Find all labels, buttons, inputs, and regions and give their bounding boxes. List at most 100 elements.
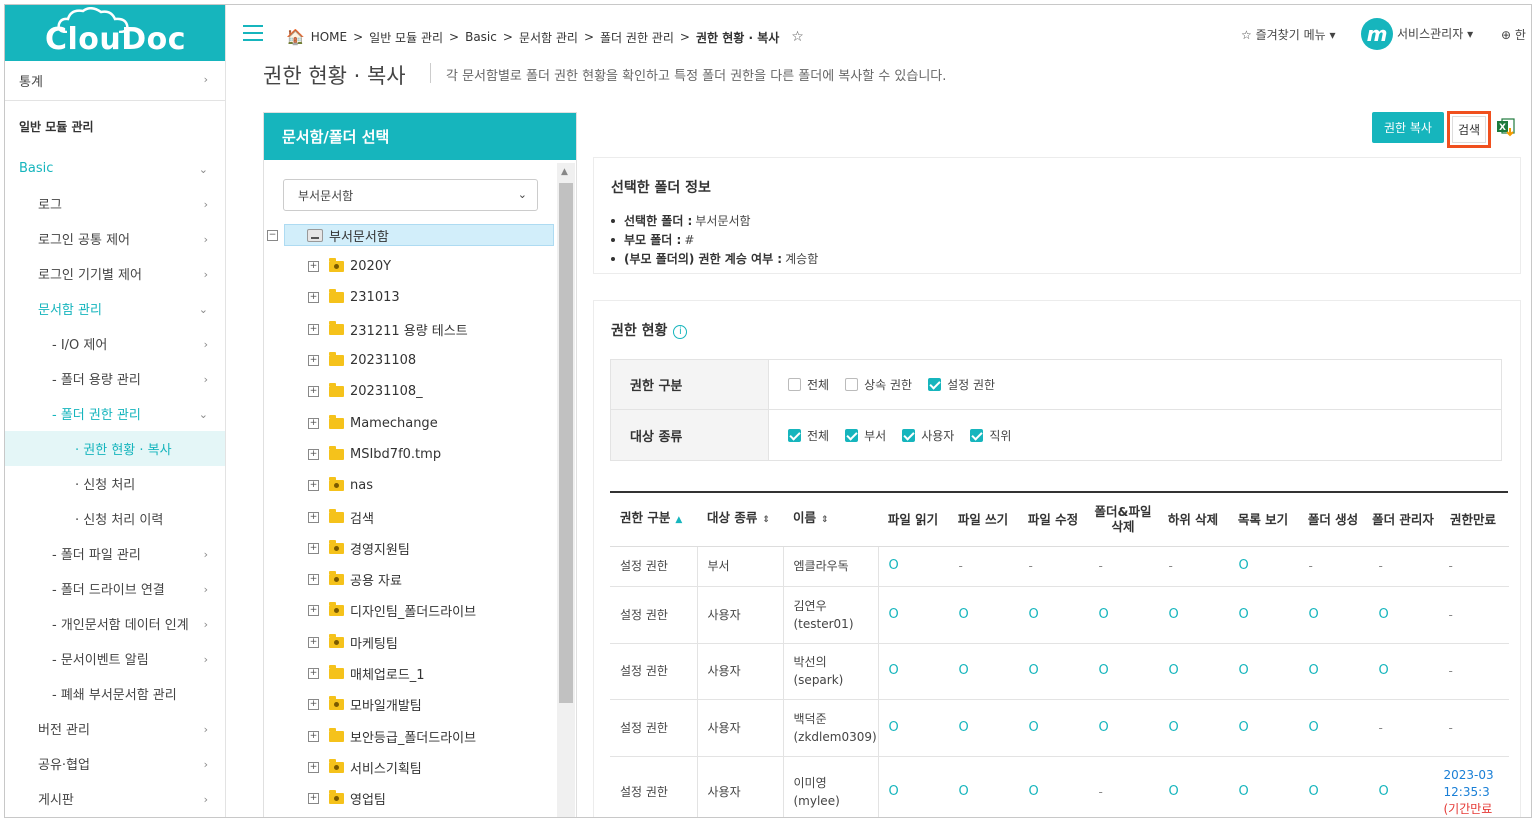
- checkbox-unchecked[interactable]: [845, 378, 859, 391]
- tree-node[interactable]: +2020Y: [284, 251, 554, 282]
- sidebar-item[interactable]: - 문서이벤트 알림 ›: [5, 641, 225, 676]
- tree-node[interactable]: + MSIbd7f0.tmp: [284, 439, 554, 470]
- sidebar-item[interactable]: 로그인 기기별 제어 ›: [5, 256, 225, 291]
- sort-asc-icon[interactable]: ▲: [675, 515, 682, 525]
- sidebar-item[interactable]: - 폴더 드라이브 연결 ›: [5, 571, 225, 606]
- expand-icon[interactable]: +: [308, 480, 319, 492]
- table-row[interactable]: 설정 권한 사용자 김연우 (tester01) O O O O O O O O -: [610, 586, 1508, 644]
- column-header[interactable]: 대상 종류 ⇕: [697, 491, 783, 547]
- language-menu[interactable]: ⊕ 한: [1501, 26, 1526, 43]
- checkbox-checked[interactable]: [845, 428, 859, 442]
- tree-node[interactable]: +20231108_: [284, 376, 554, 407]
- column-header[interactable]: 이름 ⇕: [783, 491, 878, 547]
- filter-checkbox[interactable]: 설정 권한: [928, 376, 995, 393]
- tree-node[interactable]: + 경영지원팀: [284, 533, 554, 564]
- expand-icon[interactable]: +: [308, 793, 319, 805]
- expand-icon[interactable]: +: [308, 448, 319, 460]
- tree-node[interactable]: + 디자인팀_폴더드라이브: [284, 595, 554, 626]
- home-icon[interactable]: 🏠: [286, 28, 305, 46]
- breadcrumb-item[interactable]: 폴더 권한 관리: [600, 29, 674, 46]
- expand-icon[interactable]: +: [308, 386, 319, 398]
- expand-icon[interactable]: +: [308, 323, 319, 335]
- table-row[interactable]: 설정 권한 부서 엠클라우독 O - - - - O - - -: [610, 546, 1508, 587]
- sort-icon[interactable]: ⇕: [821, 515, 829, 525]
- tree-node[interactable]: + Mamechange: [284, 407, 554, 438]
- sidebar-item[interactable]: - 폴더 파일 관리 ›: [5, 536, 225, 571]
- avatar[interactable]: m: [1361, 18, 1393, 50]
- sidebar-item[interactable]: 공유·협업 ›: [5, 746, 225, 781]
- checkbox-checked[interactable]: [970, 428, 984, 442]
- expand-icon[interactable]: +: [308, 542, 319, 554]
- tree-node[interactable]: + 검색: [284, 501, 554, 532]
- sidebar-item[interactable]: 문서함 관리 ⌄: [5, 291, 225, 326]
- tree-node[interactable]: + 매체업로드_1: [284, 658, 554, 689]
- breadcrumb-item[interactable]: 문서함 관리: [519, 29, 578, 46]
- copy-permission-button[interactable]: 권한 복사: [1372, 112, 1444, 143]
- expand-icon[interactable]: +: [308, 292, 319, 304]
- expand-icon[interactable]: +: [308, 699, 319, 711]
- filter-checkbox[interactable]: 사용자: [902, 427, 954, 444]
- tree-node[interactable]: +231013: [284, 282, 554, 313]
- expand-icon[interactable]: +: [308, 261, 319, 273]
- expand-icon[interactable]: +: [308, 605, 319, 617]
- breadcrumb-item[interactable]: Basic: [465, 30, 497, 44]
- excel-download-icon[interactable]: X: [1496, 117, 1516, 137]
- expand-icon[interactable]: +: [308, 355, 319, 367]
- column-header[interactable]: 권한 구분 ▲: [610, 491, 697, 547]
- tree-node[interactable]: +20231108: [284, 345, 554, 376]
- sidebar-item[interactable]: - I/O 제어 ›: [5, 326, 225, 361]
- expand-icon[interactable]: +: [308, 761, 319, 773]
- sidebar-item[interactable]: 통계 ›: [5, 61, 225, 101]
- filter-checkbox[interactable]: 상속 권한: [845, 376, 912, 393]
- expand-icon[interactable]: +: [308, 574, 319, 586]
- info-icon[interactable]: i: [673, 325, 688, 339]
- filter-checkbox[interactable]: 전체: [788, 427, 829, 444]
- expand-icon[interactable]: +: [308, 668, 319, 679]
- scroll-up-icon[interactable]: ▲: [561, 167, 568, 177]
- sidebar-item[interactable]: 게시판 ›: [5, 781, 225, 816]
- sidebar-item[interactable]: - 폐쇄 부서문서함 관리: [5, 676, 225, 711]
- checkbox-checked[interactable]: [788, 428, 801, 442]
- breadcrumb-item[interactable]: 일반 모듈 관리: [369, 29, 443, 46]
- sidebar-item[interactable]: Basic ⌄: [5, 151, 225, 186]
- sidebar-item[interactable]: 버전 관리 ›: [5, 711, 225, 746]
- sidebar-item[interactable]: · 신청 처리 이력: [5, 501, 225, 536]
- sidebar-item[interactable]: - 폴더 용량 관리 ›: [5, 361, 225, 396]
- breadcrumb-item[interactable]: HOME: [311, 30, 347, 44]
- tree-node[interactable]: + 마케팅팀: [284, 627, 554, 658]
- tree-node[interactable]: + nas: [284, 470, 554, 501]
- logo[interactable]: ClouDoc: [5, 5, 225, 61]
- tree-scrollbar[interactable]: ▲: [557, 163, 575, 817]
- sidebar-item[interactable]: · 권한 현황 · 복사: [5, 431, 225, 466]
- storage-select[interactable]: 부서문서함 ⌄: [283, 179, 538, 211]
- table-row[interactable]: 설정 권한 사용자 이미영 (mylee) O O O - O O O O 2023-03 12:35:3…: [610, 756, 1508, 817]
- expand-icon[interactable]: +: [308, 636, 319, 648]
- checkbox-checked[interactable]: [902, 428, 916, 442]
- tree-node[interactable]: + 서비스기획팀: [284, 752, 554, 783]
- tree-node[interactable]: + 공용 자료: [284, 564, 554, 595]
- checkbox-checked[interactable]: [928, 378, 942, 391]
- sidebar-item[interactable]: - 폴더 권한 관리 ⌄: [5, 396, 225, 431]
- sidebar-item[interactable]: · 신청 처리: [5, 466, 225, 501]
- table-row[interactable]: 설정 권한 사용자 백덕준 (zkdlem0309) O O O O O O O - -: [610, 699, 1508, 757]
- expand-icon[interactable]: +: [308, 511, 319, 523]
- bookmark-star-icon[interactable]: ☆: [791, 29, 804, 45]
- favorites-menu[interactable]: ☆ 즐겨찾기 메뉴 ▾: [1241, 26, 1336, 43]
- scrollbar-thumb[interactable]: [559, 183, 573, 703]
- sidebar-item[interactable]: - 개인문서함 데이터 인계 ›: [5, 606, 225, 641]
- user-menu[interactable]: 서비스관리자 ▾: [1397, 25, 1473, 42]
- sort-icon[interactable]: ⇕: [762, 515, 770, 525]
- expand-icon[interactable]: +: [308, 730, 319, 742]
- tree-root[interactable]: − 부서문서함: [267, 224, 554, 246]
- tree-node[interactable]: + 모바일개발팀: [284, 689, 554, 720]
- tree-node[interactable]: + 영업팀: [284, 783, 554, 814]
- filter-checkbox[interactable]: 직위: [970, 427, 1011, 444]
- tree-node[interactable]: + 보안등급_폴더드라이브: [284, 720, 554, 751]
- table-row[interactable]: 설정 권한 사용자 박선의 (separk) O O O O O O O O -: [610, 643, 1508, 700]
- sidebar-item[interactable]: 로그인 공통 제어 ›: [5, 221, 225, 256]
- tree-node[interactable]: +231211 용량 테스트: [284, 314, 554, 345]
- sidebar-item[interactable]: 로그 ›: [5, 186, 225, 221]
- collapse-icon[interactable]: −: [267, 229, 278, 241]
- filter-checkbox[interactable]: 전체: [788, 376, 829, 393]
- checkbox-unchecked[interactable]: [788, 378, 801, 391]
